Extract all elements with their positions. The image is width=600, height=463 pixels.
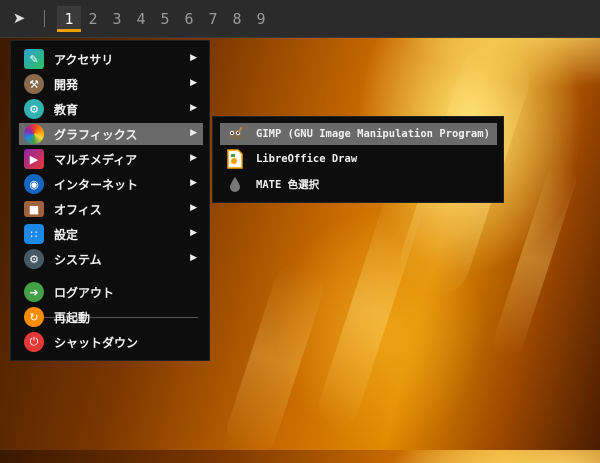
workspace-9[interactable]: 9 xyxy=(249,6,273,32)
menu-item-label: 開発 xyxy=(54,77,79,92)
menu-item-accessories[interactable]: ✎ アクセサリ ▶ xyxy=(19,48,203,70)
menu-item-multimedia[interactable]: ▶ マルチメディア ▶ xyxy=(19,148,203,170)
submenu-item-gimp[interactable]: GIMP (GNU Image Manipulation Program) xyxy=(220,123,497,145)
menu-item-label: 設定 xyxy=(54,227,79,242)
office-icon: ■ xyxy=(24,201,44,217)
submenu-arrow-icon: ▶ xyxy=(190,103,197,113)
menu-item-education[interactable]: ⚙ 教育 ▶ xyxy=(19,98,203,120)
menu-item-label: グラフィックス xyxy=(54,127,138,142)
submenu-arrow-icon: ▶ xyxy=(190,53,197,63)
submenu-item-label: GIMP (GNU Image Manipulation Program) xyxy=(256,128,490,140)
gimp-icon xyxy=(226,124,244,144)
workspace-3[interactable]: 3 xyxy=(105,6,129,32)
menu-item-label: インターネット xyxy=(54,177,139,192)
workspace-8[interactable]: 8 xyxy=(225,6,249,32)
menu-item-label: アクセサリ xyxy=(54,52,114,67)
workspace-4[interactable]: 4 xyxy=(129,6,153,32)
internet-icon: ◉ xyxy=(24,174,44,194)
shutdown-button[interactable]: ⏻ シャットダウン xyxy=(19,331,203,353)
logout-icon: ➜ xyxy=(24,282,44,302)
submenu-arrow-icon: ▶ xyxy=(190,253,197,263)
menu-item-label: オフィス xyxy=(54,202,102,217)
menu-item-label: 教育 xyxy=(54,102,79,117)
submenu-item-label: MATE 色選択 xyxy=(256,178,320,191)
workspace-1[interactable]: 1 xyxy=(57,6,81,32)
submenu-arrow-icon: ▶ xyxy=(190,128,197,138)
development-icon: ⚒ xyxy=(24,74,44,94)
workspace-5[interactable]: 5 xyxy=(153,6,177,32)
menu-item-internet[interactable]: ◉ インターネット ▶ xyxy=(19,173,203,195)
menu-item-system[interactable]: ⚙ システム ▶ xyxy=(19,248,203,270)
submenu-arrow-icon: ▶ xyxy=(190,78,197,88)
submenu-arrow-icon: ▶ xyxy=(190,228,197,238)
menu-item-label: システム xyxy=(54,252,102,267)
education-icon: ⚙ xyxy=(24,99,44,119)
restart-icon: ↻ xyxy=(24,307,44,327)
submenu-arrow-icon: ▶ xyxy=(190,178,197,188)
applications-menu: ✎ アクセサリ ▶ ⚒ 開発 ▶ ⚙ 教育 ▶ グラフィックス ▶ ▶ マルチメ… xyxy=(10,40,210,361)
menu-item-label: 再起動 xyxy=(54,310,91,325)
shutdown-icon: ⏻ xyxy=(24,332,44,352)
color-picker-icon xyxy=(226,174,244,194)
system-icon: ⚙ xyxy=(24,249,44,269)
workspace-7[interactable]: 7 xyxy=(201,6,225,32)
graphics-icon xyxy=(24,124,44,144)
wallpaper-streak xyxy=(313,189,427,431)
menu-item-office[interactable]: ■ オフィス ▶ xyxy=(19,198,203,220)
logout-button[interactable]: ➜ ログアウト xyxy=(19,281,203,303)
submenu-item-color-picker[interactable]: MATE 色選択 xyxy=(220,173,497,195)
menu-item-label: マルチメディア xyxy=(54,152,138,167)
send-icon[interactable]: ➤ xyxy=(10,9,28,27)
panel-separator xyxy=(44,10,45,27)
menu-item-settings[interactable]: ∷ 設定 ▶ xyxy=(19,223,203,245)
menu-item-graphics[interactable]: グラフィックス ▶ xyxy=(19,123,203,145)
graphics-submenu: GIMP (GNU Image Manipulation Program) Li… xyxy=(212,116,504,203)
submenu-item-label: LibreOffice Draw xyxy=(256,153,358,165)
settings-icon: ∷ xyxy=(24,224,44,244)
workspace-6[interactable]: 6 xyxy=(177,6,201,32)
menu-item-label: ログアウト xyxy=(54,285,115,300)
wallpaper-streak xyxy=(220,257,330,463)
submenu-item-libreoffice-draw[interactable]: LibreOffice Draw xyxy=(220,148,497,170)
workspace-2[interactable]: 2 xyxy=(81,6,105,32)
submenu-arrow-icon: ▶ xyxy=(190,153,197,163)
menu-item-label: シャットダウン xyxy=(54,335,139,350)
submenu-arrow-icon: ▶ xyxy=(190,203,197,213)
restart-button[interactable]: ↻ 再起動 xyxy=(19,306,203,328)
top-panel: ➤ 1 2 3 4 5 6 7 8 9 xyxy=(0,0,600,38)
accessories-icon: ✎ xyxy=(24,49,44,69)
menu-item-development[interactable]: ⚒ 開発 ▶ xyxy=(19,73,203,95)
libreoffice-draw-icon xyxy=(226,149,244,169)
multimedia-icon: ▶ xyxy=(24,149,44,169)
